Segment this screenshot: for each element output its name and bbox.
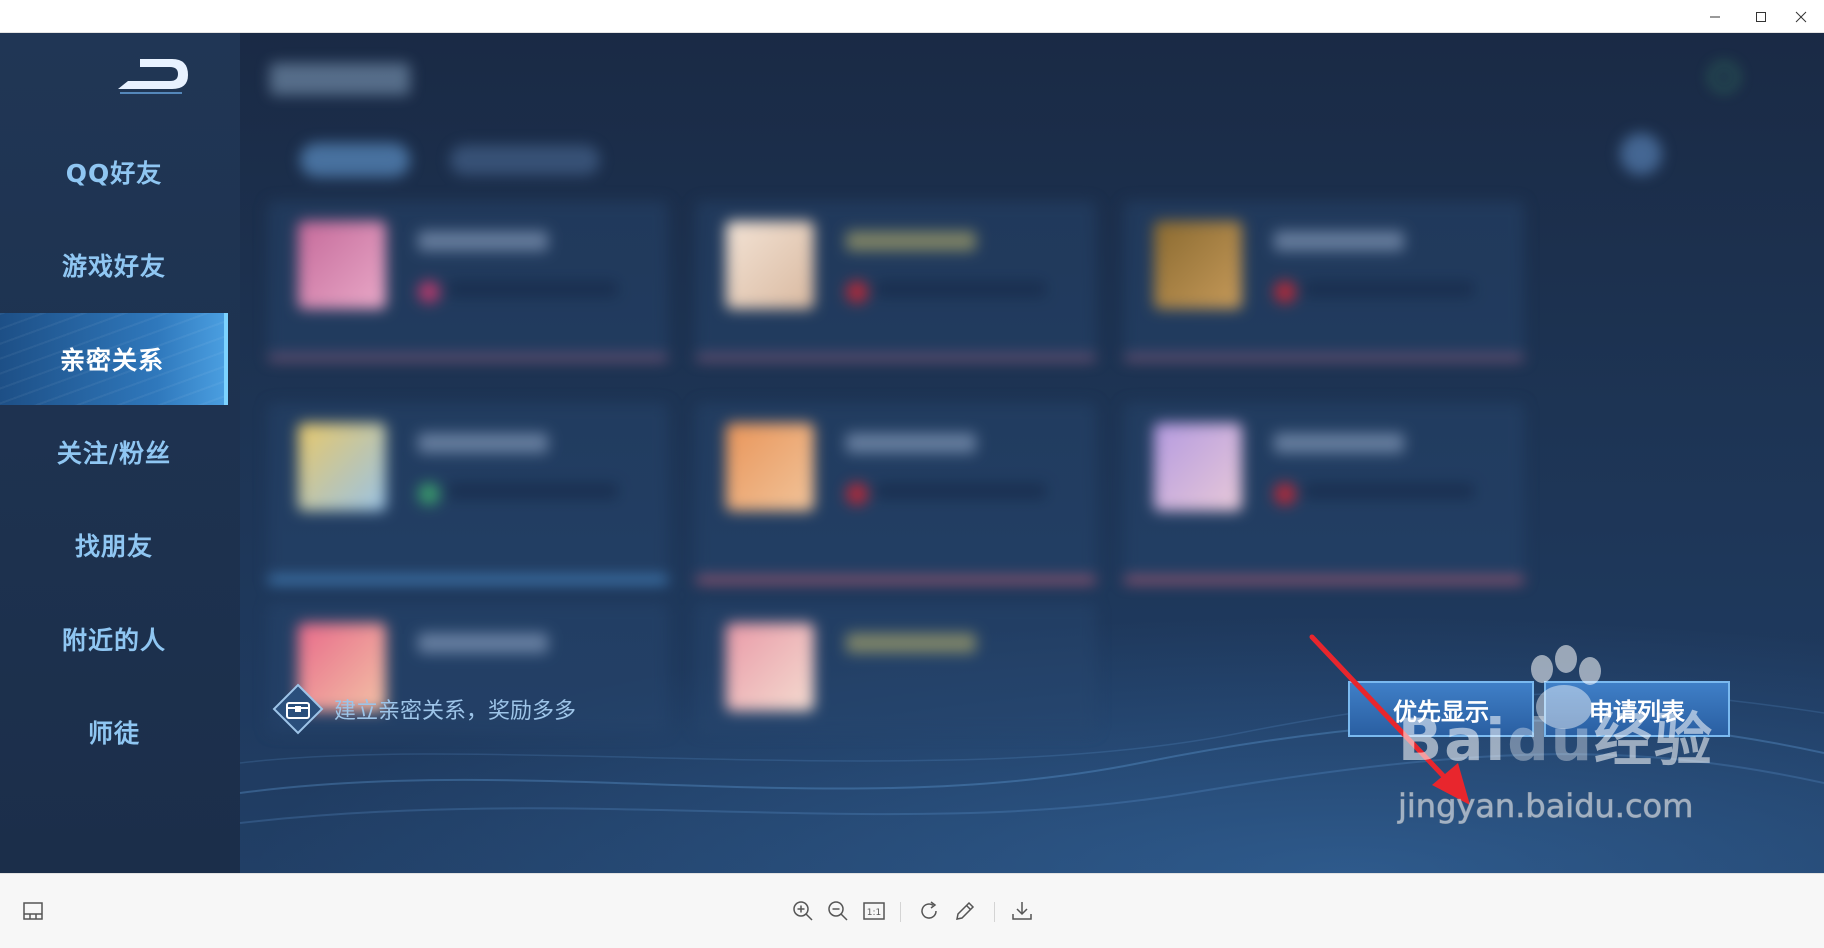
blurred-status-ring [1710, 63, 1738, 91]
zoom-in-button[interactable] [786, 894, 820, 928]
zoom-out-button[interactable] [821, 894, 855, 928]
hint-text: 建立亲密关系，奖励多多 [334, 699, 577, 724]
edit-icon [956, 901, 975, 920]
blurred-card [696, 403, 1096, 583]
window-title-bar [0, 0, 1824, 33]
image-viewport: QQ好友 游戏好友 亲密关系 关注/粉丝 找朋友 附近的人 师徒 建立亲密关系，… [0, 33, 1824, 873]
game-sidebar: QQ好友 游戏好友 亲密关系 关注/粉丝 找朋友 附近的人 师徒 [0, 33, 240, 873]
game-logo-icon [118, 59, 188, 94]
blurred-title [270, 63, 410, 95]
minimize-button[interactable] [1692, 0, 1738, 33]
treasure-chest-icon [272, 683, 324, 735]
close-button[interactable] [1778, 0, 1824, 33]
sidebar-item-qq-friends[interactable]: QQ好友 [0, 126, 228, 218]
minimize-icon [1710, 16, 1720, 17]
sidebar-item-nearby-people[interactable]: 附近的人 [0, 593, 228, 685]
actual-size-label: 1:1 [867, 908, 881, 918]
layout-toggle-button[interactable] [16, 894, 50, 928]
watermark-jingyan: 经验 [1594, 706, 1715, 774]
toolbar-divider [900, 902, 901, 922]
toolbar-divider [994, 902, 995, 922]
viewer-toolbar: 1:1 [0, 873, 1824, 948]
sidebar-item-label: 亲密关系 [59, 346, 164, 375]
watermark-main: Baidu经验 [1398, 693, 1714, 777]
actual-size-button[interactable]: 1:1 [857, 894, 891, 928]
watermark-bai: Bai [1398, 706, 1508, 774]
sidebar-item-intimate-relations[interactable]: 亲密关系 [0, 313, 228, 405]
edit-button[interactable] [948, 894, 982, 928]
close-icon [1795, 11, 1807, 22]
sidebar-item-mentor[interactable]: 师徒 [0, 686, 228, 778]
sidebar-item-label: 游戏好友 [61, 252, 166, 281]
zoom-out-icon [828, 901, 848, 921]
actual-size-icon: 1:1 [863, 902, 885, 920]
sidebar-item-label: 关注/粉丝 [56, 439, 172, 468]
blurred-card [268, 403, 668, 583]
watermark-url: jingyan.baidu.com [1397, 787, 1694, 826]
download-icon [1012, 902, 1032, 920]
blurred-card [696, 201, 1096, 361]
sidebar-item-find-friends[interactable]: 找朋友 [0, 499, 228, 591]
blurred-card [268, 201, 668, 361]
maximize-icon [1756, 11, 1766, 22]
blurred-tab [450, 145, 600, 175]
rotate-button[interactable] [912, 894, 946, 928]
zoom-in-icon [793, 901, 813, 921]
sidebar-item-follow-fans[interactable]: 关注/粉丝 [0, 406, 228, 498]
blurred-tab [300, 143, 410, 177]
rotate-icon [921, 901, 937, 919]
intimacy-hint: 建立亲密关系，奖励多多 [272, 683, 576, 735]
sidebar-item-label: 附近的人 [61, 626, 166, 655]
blurred-card [696, 603, 1096, 733]
sidebar-item-game-friends[interactable]: 游戏好友 [0, 219, 228, 311]
sidebar-item-label: 师徒 [87, 719, 140, 748]
layout-icon [23, 902, 43, 920]
watermark-du: du [1507, 706, 1595, 774]
blurred-card [1124, 201, 1524, 361]
blurred-button [1620, 133, 1662, 175]
sidebar-item-label: 找朋友 [74, 532, 153, 561]
sidebar-item-label: QQ好友 [65, 159, 163, 188]
baidu-jingyan-watermark: Baidu经验 jingyan.baidu.com [1397, 641, 1798, 851]
download-button[interactable] [1005, 894, 1039, 928]
blurred-card [1124, 403, 1524, 583]
